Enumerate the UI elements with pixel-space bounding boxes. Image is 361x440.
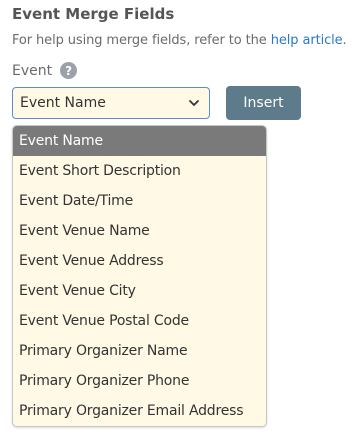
dropdown-option-primary-organizer-name[interactable]: Primary Organizer Name: [13, 336, 266, 366]
merge-field-dropdown-list: Event Name Event Short Description Event…: [12, 125, 267, 427]
dropdown-option-event-venue-name[interactable]: Event Venue Name: [13, 216, 266, 246]
merge-fields-heading: Event Merge Fields: [12, 5, 175, 23]
help-text-suffix: .: [342, 33, 347, 48]
dropdown-option-event-venue-city[interactable]: Event Venue City: [13, 276, 266, 306]
dropdown-option-primary-organizer-email[interactable]: Primary Organizer Email Address: [13, 396, 266, 426]
help-text: For help using merge fields, refer to th…: [12, 33, 347, 48]
dropdown-option-event-venue-postal-code[interactable]: Event Venue Postal Code: [13, 306, 266, 336]
event-label-text: Event: [12, 62, 53, 79]
help-text-prefix: For help using merge fields, refer to th…: [12, 33, 271, 48]
dropdown-option-primary-organizer-phone[interactable]: Primary Organizer Phone: [13, 366, 266, 396]
help-article-link[interactable]: help article: [271, 33, 343, 48]
dropdown-option-event-short-description[interactable]: Event Short Description: [13, 156, 266, 186]
chevron-down-icon: [189, 100, 199, 106]
question-circle-icon[interactable]: ?: [60, 62, 78, 79]
event-field-label: Event ?: [12, 62, 78, 79]
insert-button[interactable]: Insert: [226, 86, 301, 120]
dropdown-option-event-date-time[interactable]: Event Date/Time: [13, 186, 266, 216]
dropdown-option-event-name[interactable]: Event Name: [13, 126, 266, 156]
event-merge-field-select[interactable]: Event Name: [12, 87, 210, 119]
selected-value: Event Name: [20, 95, 106, 111]
dropdown-option-event-venue-address[interactable]: Event Venue Address: [13, 246, 266, 276]
